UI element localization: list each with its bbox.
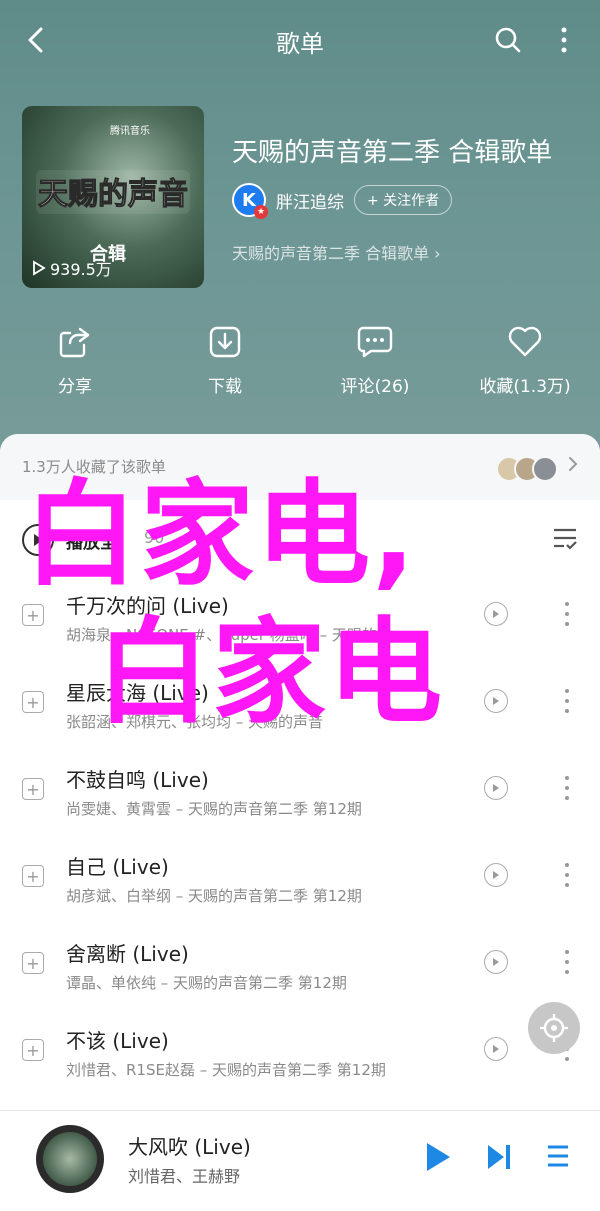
- track-more-button[interactable]: [558, 689, 576, 713]
- search-button[interactable]: [490, 22, 526, 58]
- play-icon: [493, 610, 499, 618]
- mv-button[interactable]: [484, 863, 508, 887]
- locate-current-button[interactable]: [528, 1002, 580, 1054]
- top-bar: 歌单: [0, 0, 600, 80]
- track-title: 舍离断 (Live): [66, 942, 189, 966]
- now-playing-artists: 刘惜君、王赫野: [128, 1167, 241, 1186]
- play-icon: [493, 958, 499, 966]
- playlist-description[interactable]: 天赐的声音第二季 合辑歌单 ›: [232, 240, 441, 264]
- play-all-label[interactable]: 播放全: [66, 528, 117, 553]
- playlist-title: 天赐的声音第二季 合辑歌单: [232, 138, 553, 168]
- track-title: 不鼓自鸣 (Live): [66, 768, 209, 792]
- track-title: 千万次的问 (Live): [66, 594, 229, 618]
- play-count-value: 939.5万: [50, 260, 112, 279]
- add-to-list-button[interactable]: +: [22, 865, 44, 887]
- play-icon[interactable]: [424, 1141, 452, 1173]
- add-to-list-button[interactable]: +: [22, 604, 44, 626]
- play-all-button[interactable]: [22, 524, 54, 556]
- mv-button[interactable]: [484, 602, 508, 626]
- list-item[interactable]: + 千万次的问 (Live) 胡海泉、N9EONE #、Super 杨蓝晴 – …: [0, 576, 600, 662]
- chevron-right-icon: [569, 457, 578, 471]
- add-to-list-button[interactable]: +: [22, 1039, 44, 1061]
- track-title: 不该 (Live): [66, 1029, 169, 1053]
- play-icon: [493, 1045, 499, 1053]
- avatar: [532, 456, 558, 482]
- mini-player[interactable]: 大风吹 (Live) 刘惜君、王赫野: [0, 1110, 600, 1211]
- track-more-button[interactable]: [558, 602, 576, 626]
- mv-button[interactable]: [484, 1037, 508, 1061]
- track-artists: 张韶涵、郑棋元、张均均 – 天赐的声音: [66, 713, 324, 731]
- action-bar: 分享 下载 评论(26) 收藏(1.3万): [0, 322, 600, 402]
- heart-icon: [508, 326, 542, 357]
- comment-label: 评论(26): [340, 377, 410, 397]
- track-more-button[interactable]: [558, 950, 576, 974]
- play-count: 939.5万: [32, 256, 112, 280]
- cover-logo-text: 腾讯音乐: [110, 126, 150, 137]
- list-item[interactable]: + 不该 (Live) 刘惜君、R1SE赵磊 – 天赐的声音第二季 第12期: [0, 1011, 600, 1097]
- cover-title-art: 天赐的声音: [36, 170, 190, 214]
- add-to-list-button[interactable]: +: [22, 952, 44, 974]
- download-button[interactable]: 下载: [150, 322, 300, 397]
- add-to-list-button[interactable]: +: [22, 778, 44, 800]
- target-icon: [540, 1014, 568, 1042]
- collector-avatars: [496, 456, 558, 482]
- add-to-list-button[interactable]: +: [22, 691, 44, 713]
- comment-button[interactable]: 评论(26): [300, 322, 450, 397]
- list-item[interactable]: + 舍离断 (Live) 谭晶、单依纯 – 天赐的声音第二季 第12期: [0, 924, 600, 1010]
- creator-avatar[interactable]: K ★: [232, 183, 268, 219]
- play-icon: [34, 534, 43, 546]
- more-button[interactable]: [546, 22, 582, 58]
- next-track-icon[interactable]: [486, 1143, 512, 1171]
- mv-button[interactable]: [484, 689, 508, 713]
- track-more-button[interactable]: [558, 776, 576, 800]
- mv-button[interactable]: [484, 950, 508, 974]
- collectors-row[interactable]: 1.3万人收藏了该歌单: [0, 434, 600, 500]
- play-icon: [493, 697, 499, 705]
- search-icon: [495, 27, 521, 53]
- svg-text:天赐的声音: 天赐的声音: [38, 177, 188, 212]
- play-icon: [493, 871, 499, 879]
- play-all-row: 播放全 90: [0, 520, 600, 560]
- track-more-button[interactable]: [558, 863, 576, 887]
- mv-button[interactable]: [484, 776, 508, 800]
- track-title: 自己 (Live): [66, 855, 169, 879]
- comment-icon: [357, 326, 393, 358]
- share-icon: [59, 327, 90, 358]
- download-icon: [209, 326, 241, 358]
- track-artists: 胡彦斌、白举纲 – 天赐的声音第二季 第12期: [66, 887, 362, 905]
- follow-button[interactable]: + 关注作者: [354, 185, 453, 215]
- more-vertical-icon: [561, 27, 567, 53]
- creator-name[interactable]: 胖汪追综: [276, 188, 344, 213]
- collectors-text: 1.3万人收藏了该歌单: [22, 458, 166, 476]
- list-item[interactable]: + 自己 (Live) 胡彦斌、白举纲 – 天赐的声音第二季 第12期: [0, 837, 600, 923]
- share-label: 分享: [58, 377, 92, 397]
- track-artists: 谭晶、单依纯 – 天赐的声音第二季 第12期: [66, 974, 347, 992]
- verified-badge-icon: ★: [254, 205, 268, 219]
- track-count: 90: [144, 528, 165, 547]
- track-title: 星辰大海 (Live): [66, 681, 209, 705]
- now-playing-title: 大风吹 (Live): [128, 1135, 251, 1159]
- creator-row: K ★ 胖汪追综 + 关注作者: [232, 183, 453, 219]
- playlist-cover[interactable]: 腾讯音乐 天赐的声音 合辑 939.5万: [22, 106, 204, 288]
- track-artists: 尚雯婕、黄霄雲 – 天赐的声音第二季 第12期: [66, 800, 362, 818]
- play-outline-icon: [33, 260, 46, 276]
- now-playing-cover[interactable]: [36, 1125, 104, 1193]
- track-artists: 刘惜君、R1SE赵磊 – 天赐的声音第二季 第12期: [66, 1061, 386, 1079]
- play-icon: [493, 784, 499, 792]
- list-item[interactable]: + 不鼓自鸣 (Live) 尚雯婕、黄霄雲 – 天赐的声音第二季 第12期: [0, 750, 600, 836]
- list-item[interactable]: + 星辰大海 (Live) 张韶涵、郑棋元、张均均 – 天赐的声音: [0, 663, 600, 749]
- multi-select-icon[interactable]: [552, 526, 578, 550]
- favorite-label: 收藏(1.3万): [479, 377, 571, 397]
- favorite-button[interactable]: 收藏(1.3万): [450, 322, 600, 397]
- download-label: 下载: [208, 377, 242, 397]
- track-artists: 胡海泉、N9EONE #、Super 杨蓝晴 – 天赐的: [66, 626, 377, 644]
- share-button[interactable]: 分享: [0, 322, 150, 397]
- playlist-queue-icon[interactable]: [546, 1143, 570, 1169]
